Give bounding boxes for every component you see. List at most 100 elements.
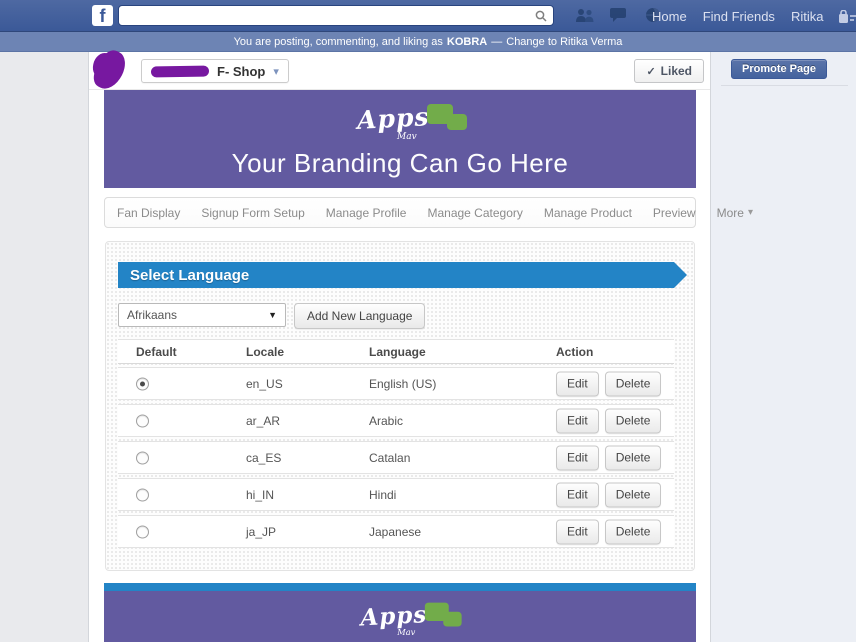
tab-manage-product[interactable]: Manage Product <box>544 206 632 220</box>
section-title-banner: Select Language <box>118 262 687 288</box>
default-radio[interactable] <box>136 377 149 390</box>
branding-banner: Apps Mav Your Branding Can Go Here <box>104 90 696 188</box>
friend-requests-icon[interactable] <box>575 6 595 24</box>
appsmav-logo: Apps Mav <box>335 102 467 146</box>
nav-home[interactable]: Home <box>652 9 687 24</box>
table-row: en_US English (US) Edit Delete <box>118 367 674 400</box>
logo-apps-text: Apps <box>359 600 428 632</box>
default-radio[interactable] <box>136 414 149 427</box>
language-cell: Arabic <box>369 413 404 428</box>
add-new-language-button[interactable]: Add New Language <box>294 303 426 329</box>
chevron-down-icon: ▾ <box>747 207 753 218</box>
check-icon: ✓ <box>646 65 656 78</box>
search-input[interactable] <box>119 6 535 25</box>
default-radio[interactable] <box>136 451 149 464</box>
nav-find-friends[interactable]: Find Friends <box>703 9 775 24</box>
delete-button[interactable]: Delete <box>604 371 662 396</box>
breadcrumb-app-label: F- Shop <box>217 63 266 79</box>
app-tabs-bar: Fan Display Signup Form Setup Manage Pro… <box>104 197 753 228</box>
privacy-shortcuts-icon[interactable] <box>839 9 856 23</box>
right-rail: Promote Page <box>711 52 856 642</box>
table-header-row: Default Locale Language Action <box>118 339 674 364</box>
footer-blue-stripe <box>104 583 696 591</box>
tab-signup-form-setup[interactable]: Signup Form Setup <box>201 206 304 220</box>
delete-button[interactable]: Delete <box>604 445 662 470</box>
logo-mav-text: Mav <box>397 628 416 638</box>
locale-cell: ja_JP <box>246 524 277 539</box>
redacted-page-name-scribble <box>150 64 210 78</box>
messages-icon[interactable] <box>609 6 629 24</box>
search-bar <box>118 5 554 26</box>
page-header-strip: F- Shop ▾ ✓ Liked <box>89 46 710 94</box>
branding-tagline: Your Branding Can Go Here <box>231 148 569 178</box>
app-content-column: F- Shop ▾ ✓ Liked Apps Mav Your Branding… <box>88 46 753 642</box>
header-action: Action <box>556 344 594 359</box>
top-nav: Home Find Friends Ritika ⚙ <box>652 0 856 32</box>
delete-button[interactable]: Delete <box>604 408 662 433</box>
table-row: hi_IN Hindi Edit Delete <box>118 478 674 511</box>
table-row: ja_JP Japanese Edit Delete <box>118 515 674 548</box>
default-radio[interactable] <box>136 488 149 501</box>
locale-cell: ar_AR <box>246 413 281 428</box>
facebook-top-bar: f Home Find Friends Ritika ⚙ <box>0 0 856 32</box>
select-language-section: Select Language Afrikaans ▼ Add New Lang… <box>105 241 695 571</box>
language-controls: Afrikaans ▼ Add New Language <box>118 303 426 329</box>
edit-button[interactable]: Edit <box>556 519 599 544</box>
default-radio[interactable] <box>136 525 149 538</box>
dropdown-caret-icon: ▼ <box>268 310 277 320</box>
edit-button[interactable]: Edit <box>556 482 599 507</box>
header-language: Language <box>369 344 426 359</box>
change-voice-link[interactable]: Change to Ritika Verma <box>506 36 622 48</box>
footer-branding: Apps Mav <box>104 583 696 642</box>
header-locale: Locale <box>246 344 285 359</box>
language-cell: Hindi <box>369 487 397 502</box>
notice-prefix: You are posting, commenting, and liking … <box>233 35 443 48</box>
edit-button[interactable]: Edit <box>556 445 599 470</box>
tab-preview[interactable]: Preview <box>653 206 696 220</box>
notice-dash: — <box>491 35 503 48</box>
chevron-down-icon: ▾ <box>273 65 279 78</box>
delete-button[interactable]: Delete <box>604 519 662 544</box>
language-cell: English (US) <box>369 376 437 391</box>
logo-mav-text: Mav <box>397 132 417 142</box>
page-app-breadcrumb[interactable]: F- Shop ▾ <box>141 59 289 83</box>
tab-manage-profile[interactable]: Manage Profile <box>326 206 407 220</box>
facebook-logo[interactable]: f <box>92 5 113 26</box>
rail-divider <box>721 85 848 86</box>
language-dropdown-value: Afrikaans <box>127 308 178 322</box>
chat-bubble-icon <box>443 611 462 627</box>
tab-manage-category[interactable]: Manage Category <box>427 206 522 220</box>
tab-more-label: More <box>716 205 744 220</box>
tab-more[interactable]: More ▾ <box>717 206 753 220</box>
liked-button[interactable]: ✓ Liked <box>634 59 704 83</box>
promote-page-button[interactable]: Promote Page <box>731 59 827 79</box>
table-row: ar_AR Arabic Edit Delete <box>118 404 674 437</box>
logo-apps-text: Apps <box>356 102 431 135</box>
delete-button[interactable]: Delete <box>604 482 662 507</box>
language-cell: Japanese <box>369 524 422 539</box>
footer-purple-band: Apps Mav <box>104 591 696 642</box>
language-dropdown[interactable]: Afrikaans ▼ <box>118 303 286 327</box>
notice-identity: KOBRA <box>446 35 488 48</box>
language-table: Default Locale Language Action en_US Eng… <box>118 339 674 552</box>
nav-profile-ritika[interactable]: Ritika <box>791 9 824 24</box>
appsmav-logo: Apps Mav <box>340 600 462 641</box>
banner-arrow-shape <box>674 262 687 288</box>
liked-label: Liked <box>660 64 692 78</box>
locale-cell: ca_ES <box>246 450 282 465</box>
tab-fan-display[interactable]: Fan Display <box>117 206 180 220</box>
table-row: ca_ES Catalan Edit Delete <box>118 441 674 474</box>
section-title: Select Language <box>130 266 250 284</box>
language-cell: Catalan <box>369 450 411 465</box>
search-icon[interactable] <box>535 10 547 22</box>
left-gutter <box>0 52 88 642</box>
redacted-avatar-scribble <box>89 46 131 94</box>
header-default: Default <box>136 344 177 359</box>
voice-notice-bar: You are posting, commenting, and liking … <box>0 32 856 52</box>
jewel-icons <box>575 6 663 24</box>
edit-button[interactable]: Edit <box>556 408 599 433</box>
locale-cell: hi_IN <box>246 487 275 502</box>
edit-button[interactable]: Edit <box>556 371 599 396</box>
locale-cell: en_US <box>246 376 283 391</box>
chat-bubble-icon <box>447 114 467 130</box>
